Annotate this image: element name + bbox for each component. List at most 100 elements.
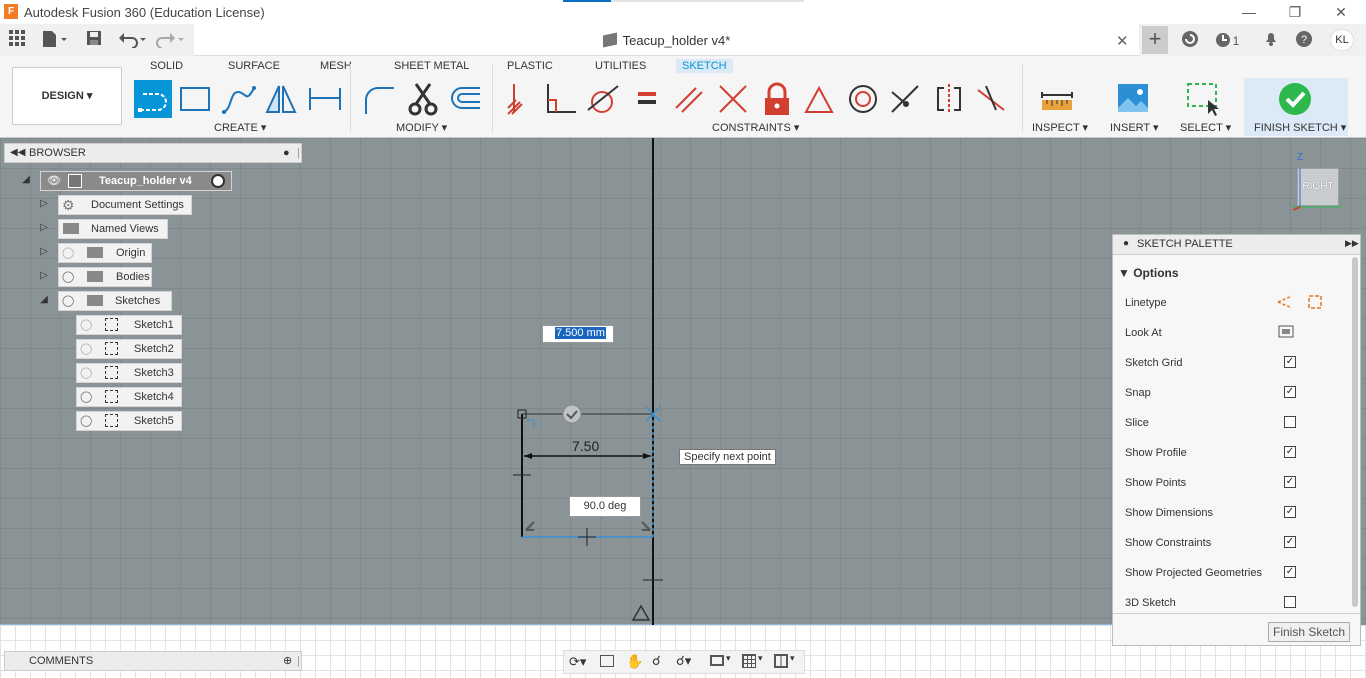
palette-row-label: Sketch Grid [1125,357,1183,369]
sketch-item[interactable]: ◯ Sketch5 [76,411,182,431]
palette-scrollbar[interactable] [1352,257,1358,607]
show-profile-checkbox[interactable]: ✓ [1284,446,1296,458]
angle-arc-left [525,521,535,531]
slice-checkbox[interactable] [1284,416,1296,428]
hidden-eye-icon[interactable]: ◯ [80,316,92,334]
cursor-tooltip: Specify next point [679,449,776,465]
grid-settings-icon[interactable] [742,654,756,668]
hidden-eye-icon[interactable]: ◯ [80,340,92,358]
perpendicular-glyph [526,419,535,428]
palette-row-label: Slice [1125,417,1149,429]
visibility-eye-icon[interactable]: ◯ [80,412,92,430]
browser-panel-header[interactable]: ◀◀ BROWSER ● | [4,143,302,163]
palette-minimize-icon[interactable]: ● [1123,238,1129,249]
root-label: Teacup_holder v4 [99,175,192,187]
sketch-palette: ● SKETCH PALETTE ▶▶ ▼ Options Linetype L… [1112,234,1361,646]
add-comment-icon[interactable]: ⊕ [283,652,292,670]
palette-header[interactable]: ● SKETCH PALETTE ▶▶ [1113,235,1360,255]
collapse-browser-icon[interactable]: ◀◀ [10,144,25,162]
palette-row-label: Show Constraints [1125,537,1212,549]
finish-sketch-button[interactable]: Finish Sketch [1268,622,1350,642]
browser-title: BROWSER [29,147,86,159]
sketch-label: Sketch2 [134,343,174,355]
browser-pin-icon[interactable]: | [297,144,300,162]
hidden-eye-icon[interactable]: ◯ [62,244,74,262]
show-projected-geometries-checkbox[interactable]: ✓ [1284,566,1296,578]
zoom-icon[interactable]: ☌ [652,653,661,669]
sketch-icon [105,414,118,427]
3d-sketch-checkbox[interactable] [1284,596,1296,608]
viewports-dropdown-icon[interactable]: ▾ [790,653,795,664]
show-dimensions-checkbox[interactable]: ✓ [1284,506,1296,518]
display-settings-dropdown-icon[interactable]: ▾ [726,653,731,664]
browser-item-label: Bodies [116,271,150,283]
snap-checkbox[interactable]: ✓ [1284,386,1296,398]
browser-item-origin[interactable]: ◯ Origin [58,243,152,263]
visibility-eye-icon[interactable]: ◯ [62,268,74,286]
browser-item-label: Origin [116,247,146,259]
pan-hand-icon[interactable]: ✋ [626,653,643,670]
folder-icon [87,247,103,258]
browser-minimize-icon[interactable]: ● [283,144,290,162]
show-points-checkbox[interactable]: ✓ [1284,476,1296,488]
centerline-linetype-icon[interactable] [1306,293,1324,311]
palette-expand-icon[interactable]: ▶▶ [1345,238,1359,249]
expand-arrow-icon[interactable]: ▷ [37,270,51,281]
expand-arrow-icon[interactable]: ▷ [37,222,51,233]
show-constraints-checkbox[interactable]: ✓ [1284,536,1296,548]
sketch-item[interactable]: ◯ Sketch1 [76,315,182,335]
sketch-item[interactable]: ◯ Sketch3 [76,363,182,383]
sketch-label: Sketch1 [134,319,174,331]
palette-row-label: Show Projected Geometries [1125,567,1262,579]
visibility-eye-icon[interactable]: ◯ [80,388,92,406]
component-icon [68,174,82,188]
sketch-label: Sketch3 [134,367,174,379]
activate-radio-icon[interactable] [211,174,225,188]
palette-row-label: 3D Sketch [1125,597,1176,609]
comments-pin-icon[interactable]: | [297,652,300,670]
horizontal-constraint-glyph [562,404,582,424]
fit-icon[interactable]: ☌▾ [676,653,691,669]
display-settings-icon[interactable] [710,655,724,666]
grid-dropdown-icon[interactable]: ▾ [758,653,763,664]
look-at-icon[interactable] [1278,323,1294,339]
browser-item-label: Named Views [91,223,159,235]
options-section-header[interactable]: ▼ Options [1118,266,1179,280]
folder-icon [87,295,103,306]
root-expand-icon[interactable]: ◢ [19,174,33,185]
palette-row-label: Show Points [1125,477,1187,489]
palette-row-label: Linetype [1125,297,1167,309]
palette-row-label: Look At [1125,327,1162,339]
visibility-eye-icon[interactable]: ◯ [62,292,74,310]
browser-item-sketches[interactable]: ◯ Sketches [58,291,172,311]
comments-panel-header[interactable]: COMMENTS ⊕ | [4,651,302,671]
sketch-icon [105,390,118,403]
folder-icon [87,271,103,282]
expand-arrow-icon[interactable]: ▷ [37,198,51,209]
sketch-grid-checkbox[interactable]: ✓ [1284,356,1296,368]
palette-row-label: Snap [1125,387,1151,399]
expand-arrow-icon[interactable]: ▷ [37,246,51,257]
look-at-nav-icon[interactable] [600,655,614,667]
visibility-eye-icon[interactable]: 👁 [47,172,61,190]
browser-root-node[interactable]: 👁 Teacup_holder v4 [40,171,232,191]
dimension-input-field[interactable]: 7.500 mm [542,325,614,343]
palette-row-label: Show Dimensions [1125,507,1214,519]
navigation-bar: ⟳▾ ✋ ☌ ☌▾ ▾ ▾ ▾ [563,650,805,674]
construction-linetype-icon[interactable] [1276,293,1294,311]
sketch-item[interactable]: ◯ Sketch4 [76,387,182,407]
browser-item-label: Document Settings [91,199,184,211]
browser-item-document-settings[interactable]: ⚙ Document Settings [58,195,192,215]
sketch-label: Sketch5 [134,415,174,427]
options-section-label: Options [1133,266,1179,280]
browser-item-named-views[interactable]: Named Views [58,219,168,239]
browser-item-bodies[interactable]: ◯ Bodies [58,267,152,287]
comments-title: COMMENTS [29,655,94,667]
angle-arc-right [641,521,651,531]
viewports-icon[interactable] [774,654,788,668]
hidden-eye-icon[interactable]: ◯ [80,364,92,382]
angle-dimension-field[interactable]: 90.0 deg [569,496,641,517]
orbit-icon[interactable]: ⟳▾ [569,654,586,670]
collapse-arrow-icon[interactable]: ◢ [37,294,51,305]
sketch-item[interactable]: ◯ Sketch2 [76,339,182,359]
